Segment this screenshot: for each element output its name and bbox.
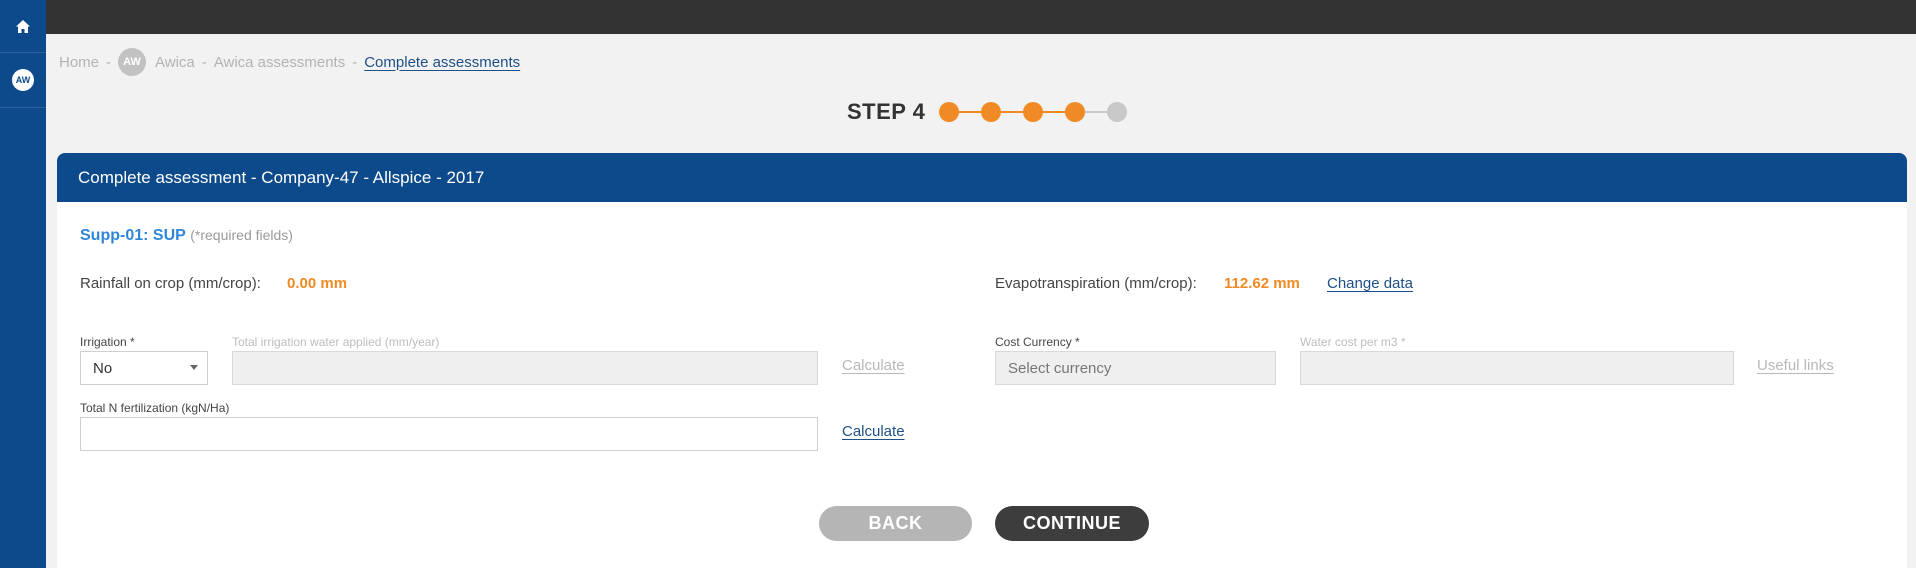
irrigation-label: Irrigation * <box>80 335 135 349</box>
water-cost-label: Water cost per m3 * <box>1300 335 1406 349</box>
useful-links-link[interactable]: Useful links <box>1757 357 1834 374</box>
required-fields-note: (*required fields) <box>190 227 293 243</box>
rainfall-value: 0.00 mm <box>287 275 348 292</box>
evapotranspiration-label: Evapotranspiration (mm/crop): <box>995 275 1197 292</box>
sidebar-org-avatar: AW <box>12 69 34 91</box>
continue-button[interactable]: CONTINUE <box>995 506 1149 541</box>
step-dot <box>1023 102 1044 122</box>
step-dot <box>981 102 1002 122</box>
step-label: STEP 4 <box>847 99 926 124</box>
step-progress <box>939 101 1131 123</box>
step-indicator: STEP 4 <box>847 96 1131 128</box>
breadcrumb-assessments[interactable]: Awica assessments <box>214 54 345 71</box>
breadcrumb-separator: - <box>352 53 358 71</box>
irrigation-select[interactable]: No <box>80 351 208 385</box>
cost-currency-select[interactable]: Select currency <box>995 351 1276 385</box>
step-dot <box>1107 102 1128 122</box>
section-code: Supp-01: SUP <box>80 227 186 244</box>
breadcrumb-current[interactable]: Complete assessments <box>364 54 520 71</box>
cost-currency-label: Cost Currency * <box>995 335 1080 349</box>
breadcrumb-home[interactable]: Home <box>59 54 99 71</box>
change-data-link[interactable]: Change data <box>1327 275 1413 292</box>
breadcrumb-separator: - <box>201 53 207 71</box>
sidebar-home-button[interactable] <box>0 0 46 52</box>
card-title: Complete assessment - Company-47 - Allsp… <box>78 167 485 187</box>
sidebar: AW <box>0 0 46 568</box>
breadcrumb-org[interactable]: Awica <box>155 54 195 71</box>
breadcrumb-separator: - <box>106 53 112 71</box>
cost-currency-placeholder: Select currency <box>1008 359 1112 377</box>
back-button[interactable]: BACK <box>819 506 972 541</box>
irrigation-value: No <box>93 359 113 377</box>
assessment-card: Complete assessment - Company-47 - Allsp… <box>57 153 1907 568</box>
calculate-water-link[interactable]: Calculate <box>842 357 905 374</box>
step-dot <box>939 102 960 122</box>
water-applied-label: Total irrigation water applied (mm/year) <box>232 335 440 349</box>
n-fertilization-input[interactable] <box>80 417 818 451</box>
chevron-down-icon <box>190 365 198 370</box>
breadcrumb-org-avatar: AW <box>118 48 147 76</box>
home-icon <box>16 19 30 33</box>
rainfall-label: Rainfall on crop (mm/crop): <box>80 275 261 292</box>
calculate-n-link[interactable]: Calculate <box>842 423 905 440</box>
evapotranspiration-value: 112.62 mm <box>1224 275 1300 292</box>
water-applied-input[interactable] <box>232 351 818 385</box>
n-fertilization-label: Total N fertilization (kgN/Ha) <box>80 401 230 415</box>
water-cost-input[interactable] <box>1300 351 1734 385</box>
sidebar-item-awica[interactable]: AW <box>0 52 46 108</box>
breadcrumb: Home - AW Awica - Awica assessments - Co… <box>59 48 520 76</box>
step-dot <box>1065 102 1086 122</box>
card-header: Complete assessment - Company-47 - Allsp… <box>57 153 1907 202</box>
top-bar <box>46 0 1916 34</box>
section-title: Supp-01: SUP (*required fields) <box>80 227 293 245</box>
